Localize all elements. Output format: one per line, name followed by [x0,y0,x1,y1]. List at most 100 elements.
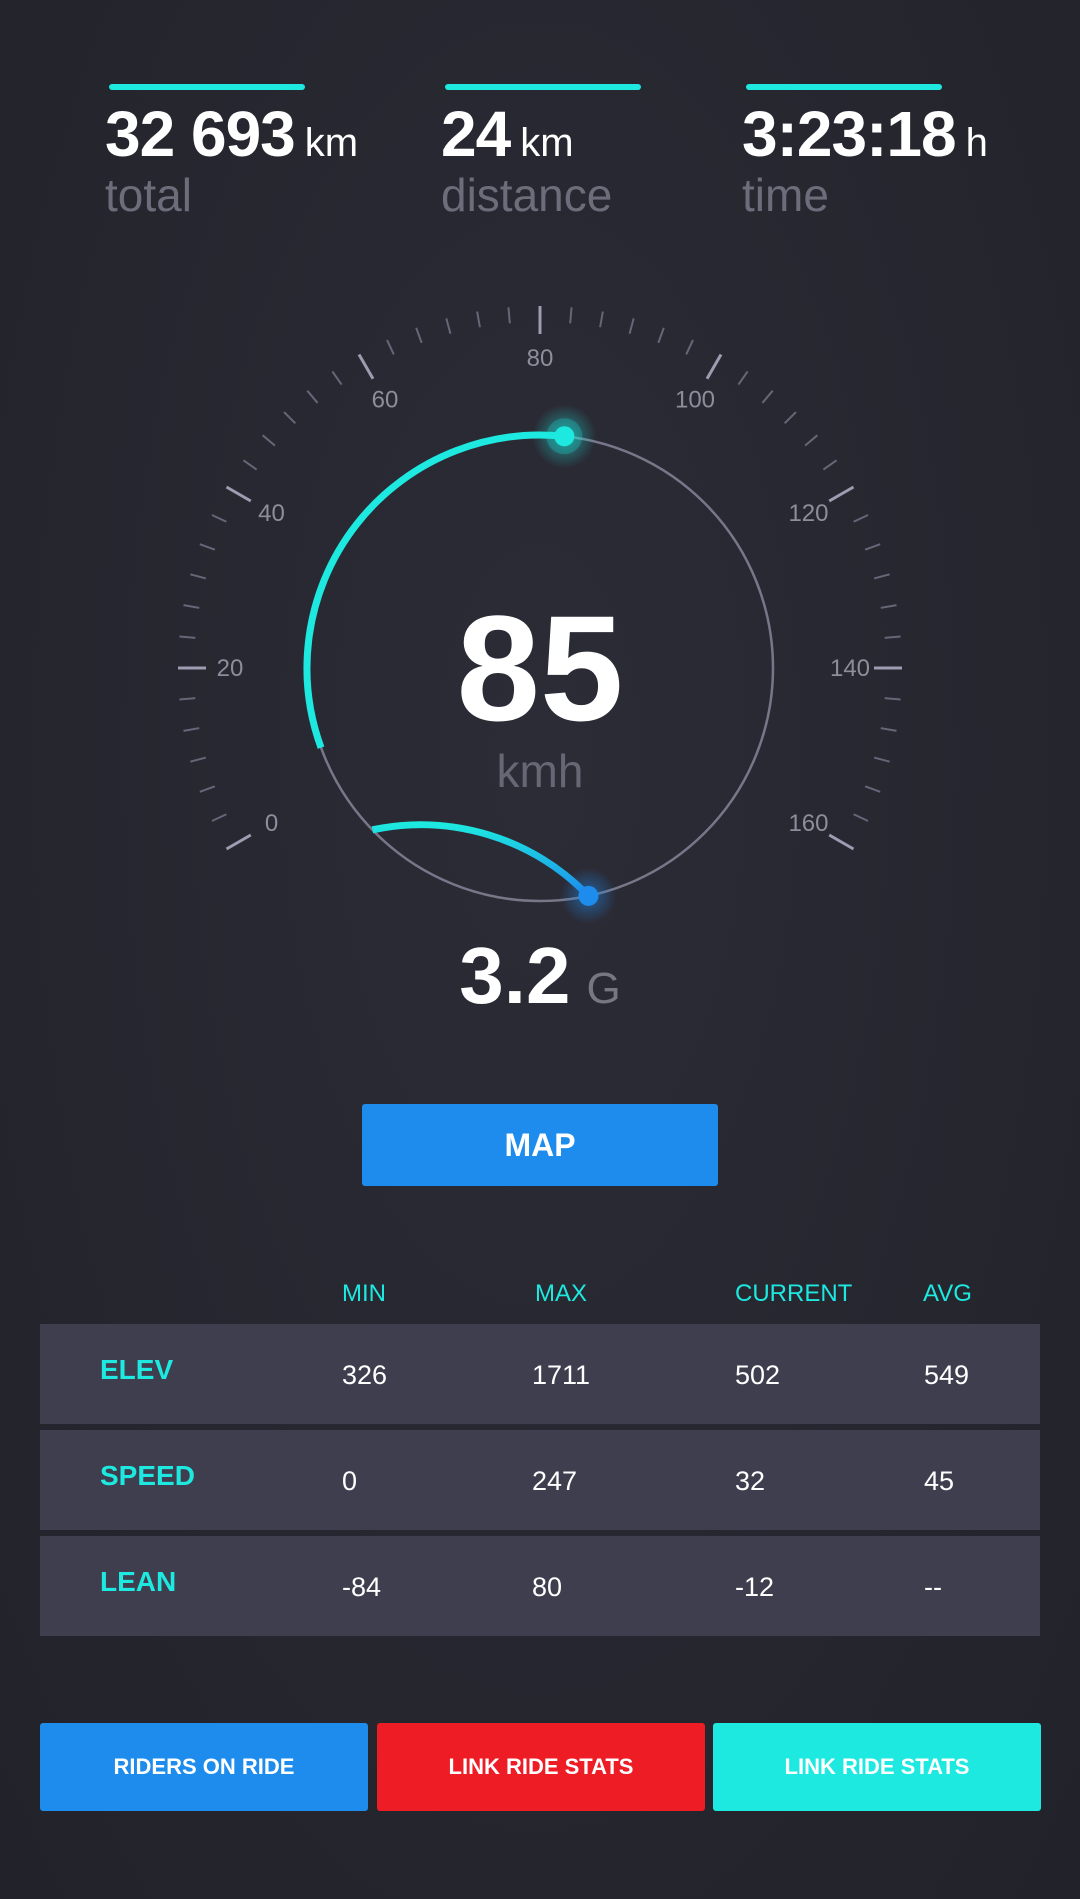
stat-distance: 24 km distance [441,84,641,218]
g-value: 3.2 [459,931,570,1020]
stat-total-unit: km [304,121,359,165]
table-row-speed: SPEED 0 247 32 45 [40,1430,1040,1530]
g-unit: G [586,964,620,1013]
stat-time-bar [746,84,942,90]
minor-tick [386,339,395,355]
column-header-avg: AVG [923,1280,972,1307]
tick-label-0: 0 [265,810,278,837]
cell-avg: 45 [924,1466,955,1496]
stat-total-label: total [105,169,192,221]
stat-distance-value: 24 [441,98,511,170]
tick-label-100: 100 [675,387,715,414]
cell-avg: 549 [924,1360,970,1390]
stat-time-value: 3:23:18 [742,98,957,170]
tick-label-20: 20 [217,655,244,682]
major-tick [225,485,252,503]
cell-current: -12 [735,1572,775,1602]
cell-max: 247 [532,1466,578,1496]
major-tick [357,353,375,380]
minor-tick [211,514,227,523]
minor-tick [199,543,216,551]
tick-label-120: 120 [788,500,828,527]
stat-total: 32 693 km total [105,84,358,218]
minor-tick [190,756,207,763]
column-header-max: MAX [535,1280,588,1307]
minor-tick [183,727,200,732]
tick-label-80: 80 [527,345,554,372]
stat-total-bar [109,84,305,90]
table-row-elev: ELEV 326 1711 502 549 [40,1324,1040,1424]
minor-tick [211,813,227,822]
tick-label-60: 60 [372,387,399,414]
minor-tick [657,327,665,344]
minor-tick [179,697,196,701]
stat-total-value: 32 693 [105,98,296,170]
cell-avg: -- [924,1572,942,1602]
minor-tick [569,307,573,324]
minor-tick [179,635,196,639]
table-row-lean: LEAN -84 80 -12 -- [40,1536,1040,1636]
map-button[interactable]: MAP [362,1104,718,1186]
minor-tick [415,327,423,344]
speed-knob[interactable] [554,426,575,447]
minor-tick [853,514,869,523]
cell-min: 326 [342,1360,388,1390]
stat-distance-bar [445,84,641,90]
row-label: LEAN [100,1566,177,1597]
cell-min: -84 [342,1572,382,1602]
minor-tick [853,813,869,822]
major-tick [225,833,252,851]
minor-tick [190,573,207,580]
minor-tick [783,411,797,425]
minor-tick [880,727,897,732]
minor-tick [599,311,604,328]
stat-distance-unit: km [520,121,574,165]
minor-tick [873,573,890,580]
cell-current: 502 [735,1360,781,1390]
minor-tick [822,459,838,471]
tick-label-40: 40 [258,500,285,527]
g-force-readout: 3.2 G [459,931,620,1020]
tick-label-160: 160 [788,810,828,837]
riders-on-ride-button[interactable]: RIDERS ON RIDE [40,1723,368,1811]
g-knob[interactable] [578,885,599,906]
minor-tick [628,318,635,335]
speedometer-gauge: 0 20 40 60 80 100 120 140 160 85 kmh 3.2… [178,306,902,1020]
minor-tick [685,339,694,355]
minor-tick [864,785,881,793]
speed-value: 85 [457,584,624,752]
cell-max: 1711 [532,1360,591,1390]
major-tick [828,485,855,503]
minor-tick [199,785,216,793]
stat-time-unit: h [965,121,988,165]
minor-tick [873,756,890,763]
column-header-current: CURRENT [735,1280,853,1307]
stat-time-label: time [742,169,829,221]
speed-unit: kmh [497,745,584,797]
major-tick [705,353,723,380]
minor-tick [880,604,897,609]
stat-time: 3:23:18 h time [742,84,988,218]
minor-tick [864,543,881,551]
link-ride-stats-button-red[interactable]: LINK RIDE STATS [377,1723,705,1811]
minor-tick [507,307,511,324]
minor-tick [884,697,901,701]
minor-tick [804,434,818,447]
minor-tick [476,311,481,328]
column-header-min: MIN [342,1280,386,1307]
major-tick [828,833,855,851]
tick-label-140: 140 [830,655,870,682]
minor-tick [331,370,343,386]
minor-tick [306,390,319,404]
row-label: SPEED [100,1460,195,1491]
cell-max: 80 [532,1572,563,1602]
cell-min: 0 [342,1466,358,1496]
minor-tick [737,370,749,386]
g-force-arc [371,821,591,899]
minor-tick [183,604,200,609]
row-label: ELEV [100,1354,174,1385]
minor-tick [761,390,774,404]
stat-distance-label: distance [441,169,613,221]
link-ride-stats-button-teal[interactable]: LINK RIDE STATS [713,1723,1041,1811]
cell-current: 32 [735,1466,766,1496]
